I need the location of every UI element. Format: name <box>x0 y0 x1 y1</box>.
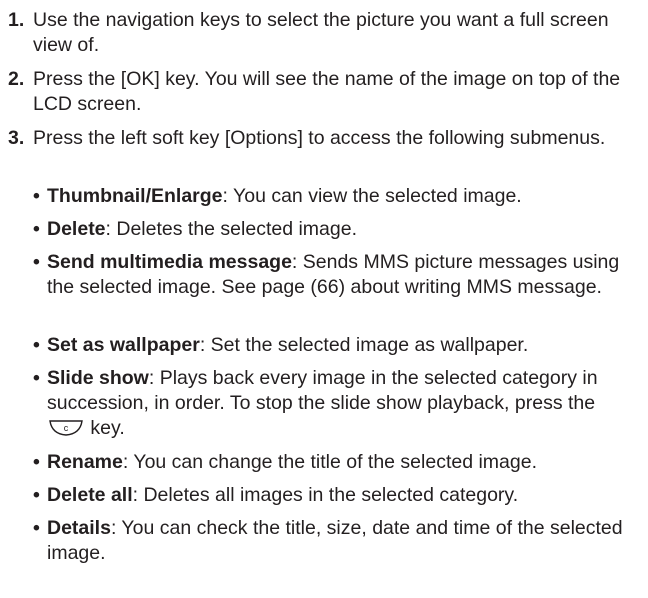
submenu-term: Rename <box>47 451 123 473</box>
step-2: 2. Press the [OK] key. You will see the … <box>0 67 640 117</box>
bullet: • <box>33 251 40 273</box>
step-number: 3. <box>8 127 25 149</box>
submenu-item-delete-all: • Delete all: Deletes all images in the … <box>33 483 633 508</box>
bullet: • <box>33 334 40 356</box>
submenu-desc: : Set the selected image as wallpaper. <box>199 334 529 356</box>
step-1: 1. Use the navigation keys to select the… <box>0 8 640 58</box>
manual-page: 1. Use the navigation keys to select the… <box>0 0 648 598</box>
svg-text:c: c <box>64 423 69 433</box>
bullet: • <box>33 517 40 539</box>
submenu-item-set-as-wallpaper: • Set as wallpaper: Set the selected ima… <box>33 333 633 358</box>
step-number: 1. <box>8 9 25 31</box>
submenu-item-send-multimedia-message: • Send multimedia message: Sends MMS pic… <box>33 250 633 300</box>
submenu-desc: : You can change the title of the select… <box>122 451 538 473</box>
step-number: 2. <box>8 68 25 90</box>
submenu-term: Delete all <box>47 484 133 506</box>
submenu-term: Send multimedia message <box>47 251 292 273</box>
step-text: Press the left soft key [Options] to acc… <box>33 127 606 149</box>
bullet: • <box>33 367 40 389</box>
submenu-desc: : You can view the selected image. <box>222 185 522 207</box>
submenu-term: Delete <box>47 218 106 240</box>
submenu-item-details: • Details: You can check the title, size… <box>33 516 633 566</box>
submenu-desc-end: key. <box>85 417 125 439</box>
bullet: • <box>33 185 40 207</box>
submenu-desc: : Deletes all images in the selected cat… <box>132 484 519 506</box>
submenu-item-rename: • Rename: You can change the title of th… <box>33 450 633 475</box>
end-key-icon: c <box>47 418 85 445</box>
submenu-term: Set as wallpaper <box>47 334 200 356</box>
submenu-item-delete: • Delete: Deletes the selected image. <box>33 217 633 242</box>
submenu-item-slide-show: • Slide show: Plays back every image in … <box>33 366 633 445</box>
step-text: Use the navigation keys to select the pi… <box>33 9 609 56</box>
step-text: Press the [OK] key. You will see the nam… <box>33 68 621 115</box>
submenu-desc: : Deletes the selected image. <box>105 218 358 240</box>
bullet: • <box>33 484 40 506</box>
submenu-item-thumbnail-enlarge: • Thumbnail/Enlarge: You can view the se… <box>33 184 633 209</box>
submenu-term: Details <box>47 517 111 539</box>
submenu-desc: : You can check the title, size, date an… <box>47 517 623 564</box>
bullet: • <box>33 451 40 473</box>
bullet: • <box>33 218 40 240</box>
submenu-term: Thumbnail/Enlarge <box>47 185 223 207</box>
submenu-term: Slide show <box>47 367 149 389</box>
step-3: 3. Press the left soft key [Options] to … <box>0 126 640 151</box>
